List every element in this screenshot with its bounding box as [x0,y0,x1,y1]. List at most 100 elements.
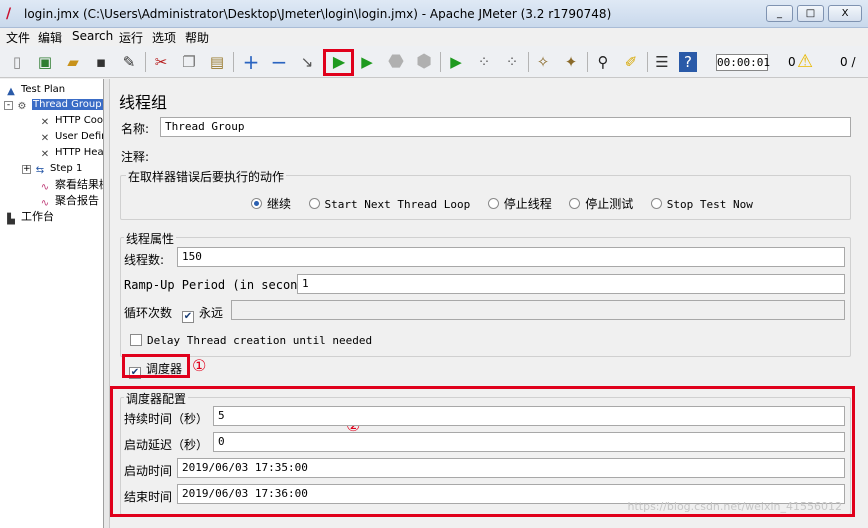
new-icon[interactable]: ▯ [6,51,28,73]
tree-node-thread-group[interactable]: - ⚙ Thread Group [4,97,103,112]
comment-input[interactable] [156,144,851,164]
tree-node-label: Test Plan [21,84,66,95]
close-button[interactable]: X [828,5,862,22]
tree-node-label: Thread Group [32,99,103,110]
stop-icon[interactable]: ⬣ [385,51,407,73]
radio-dot [308,198,320,209]
sampler-error-title: 在取样器错误后要执行的动作 [126,168,287,185]
tree-node-results-tree[interactable]: ∿察看结果树 [38,177,103,193]
save-as-icon[interactable]: ✎ [118,51,140,73]
watermark: https://blog.csdn.net/weixin_41556012 [627,500,842,513]
radio-label: 继续 [267,197,292,211]
menu-run[interactable]: 运行 [119,29,143,46]
paste-icon[interactable]: ▤ [206,51,228,73]
save-icon[interactable]: ▪ [90,51,112,73]
collapse-toggle-icon[interactable]: - [4,101,13,110]
delay-thread-creation-label: Delay Thread creation until needed [147,334,373,347]
help-icon[interactable]: ? [679,52,697,72]
name-label: 名称: [121,122,150,136]
warning-count: 0 [788,55,796,69]
loop-count-label: 循环次数 [124,306,173,320]
minimize-button[interactable]: _ [766,5,793,22]
copy-icon[interactable]: ❐ [178,51,200,73]
radio-dot [487,198,499,209]
tree-node-label: 聚合报告 [55,194,99,207]
elapsed-timer: 00:00:01 [716,54,770,71]
thread-count: 0 / [840,55,856,69]
open-icon[interactable]: ▰ [62,51,84,73]
thread-properties-title: 线程属性 [124,230,177,247]
radio-dot [251,198,262,209]
sampler-error-options: 继续 Start Next Thread Loop 停止线程 停止测试 Stop… [251,195,753,212]
expand-toggle-icon[interactable]: + [22,165,31,174]
jmeter-feather-icon: / [6,6,12,22]
clear-icon[interactable]: ✧ [532,51,554,73]
tree-node-test-plan[interactable]: ▲ Test Plan [4,82,65,97]
radio-continue[interactable]: 继续 [251,197,292,211]
remote-start-icon[interactable]: ▶ [445,51,467,73]
scheduler-config-highlight-box [110,386,855,517]
radio-label: Stop Test Now [666,198,753,211]
tree-node-workbench[interactable]: ▙ 工作台 [4,209,54,225]
wrench-icon: ✕ [40,149,50,160]
rampup-label: Ramp-Up Period (in seconds): [124,278,327,292]
radio-stop-thread[interactable]: 停止线程 [487,197,552,211]
warning-icon[interactable]: ⚠ [797,51,813,72]
menu-options[interactable]: 选项 [152,29,176,46]
tree-node-step-1[interactable]: + ⇆ Step 1 [22,161,82,176]
window-title: login.jmx (C:\Users\Administrator\Deskto… [24,7,612,21]
toolbar-separator [233,52,234,72]
tree-node-user-variables[interactable]: ✕ User Defined Variables [38,129,103,144]
thread-group-icon: ⚙ [17,101,27,112]
remote-exit-icon[interactable]: ⁘ [501,51,523,73]
clear-all-icon[interactable]: ✦ [560,51,582,73]
comment-label: 注释: [121,150,150,164]
test-plan-tree: ▲Test Plan -⚙ Thread Group ✕ HTTP Cookie M… [0,79,104,528]
function-helper-icon[interactable]: ☰ [651,51,673,73]
tree-node-header-manager[interactable]: ✕ HTTP Header Manager [38,145,103,160]
forever-label: 永远 [199,306,224,320]
tree-node-label: Step 1 [50,163,83,174]
forever-checkbox[interactable]: ✔ 永远 [182,304,223,323]
expand-icon[interactable]: + [240,51,262,73]
tree-node-label: 工作台 [21,210,54,223]
checkbox-box [130,334,142,346]
wrench-icon: ✕ [40,117,50,128]
maximize-button[interactable]: □ [797,5,824,22]
delay-thread-creation-checkbox[interactable]: Delay Thread creation until needed [130,333,372,347]
loop-count-input[interactable] [231,300,845,320]
radio-start-next-loop[interactable]: Start Next Thread Loop [308,198,470,211]
menu-edit[interactable]: 编辑 [38,29,62,46]
radio-stop-test-now[interactable]: Stop Test Now [650,198,753,211]
menu-help[interactable]: 帮助 [185,29,209,46]
toolbar: ▯ ▣ ▰ ▪ ✎ ✂ ❐ ▤ + − ↘ ▶ ▶ ⬣ ⬢ ▶ ⁘ ⁘ ✧ ✦ … [0,46,868,78]
menu-bar: 文件 编辑 Search 运行 选项 帮助 [0,28,868,46]
radio-label: 停止测试 [585,197,634,211]
remote-stop-icon[interactable]: ⁘ [473,51,495,73]
tree-node-label: HTTP Cookie Manager [55,115,103,126]
search-icon[interactable]: ⚲ [592,51,614,73]
cut-icon[interactable]: ✂ [150,51,172,73]
toolbar-separator [528,52,529,72]
tree-node-aggregate-report[interactable]: ∿ 聚合报告 [38,193,99,209]
menu-file[interactable]: 文件 [6,29,30,46]
scheduler-highlight-box [122,354,190,378]
wrench-icon: ✕ [40,133,50,144]
page-title: 线程组 [119,93,168,112]
start-no-pause-icon[interactable]: ▶ [356,51,378,73]
toolbar-separator [587,52,588,72]
menu-search[interactable]: Search [72,29,113,43]
rampup-input[interactable]: 1 [297,274,845,294]
shutdown-icon[interactable]: ⬢ [413,51,435,73]
templates-icon[interactable]: ▣ [34,51,56,73]
name-input[interactable]: Thread Group [160,117,851,137]
radio-stop-test[interactable]: 停止测试 [569,197,634,211]
tree-node-label: 察看结果树 [55,178,103,191]
threads-input[interactable]: 150 [177,247,845,267]
tree-node-cookie-manager[interactable]: ✕ HTTP Cookie Manager [38,113,103,128]
radio-dot [569,198,581,209]
reset-search-icon[interactable]: ✐ [620,51,642,73]
toggle-icon[interactable]: ↘ [296,51,318,73]
collapse-icon[interactable]: − [268,51,290,73]
radio-dot [650,198,662,209]
